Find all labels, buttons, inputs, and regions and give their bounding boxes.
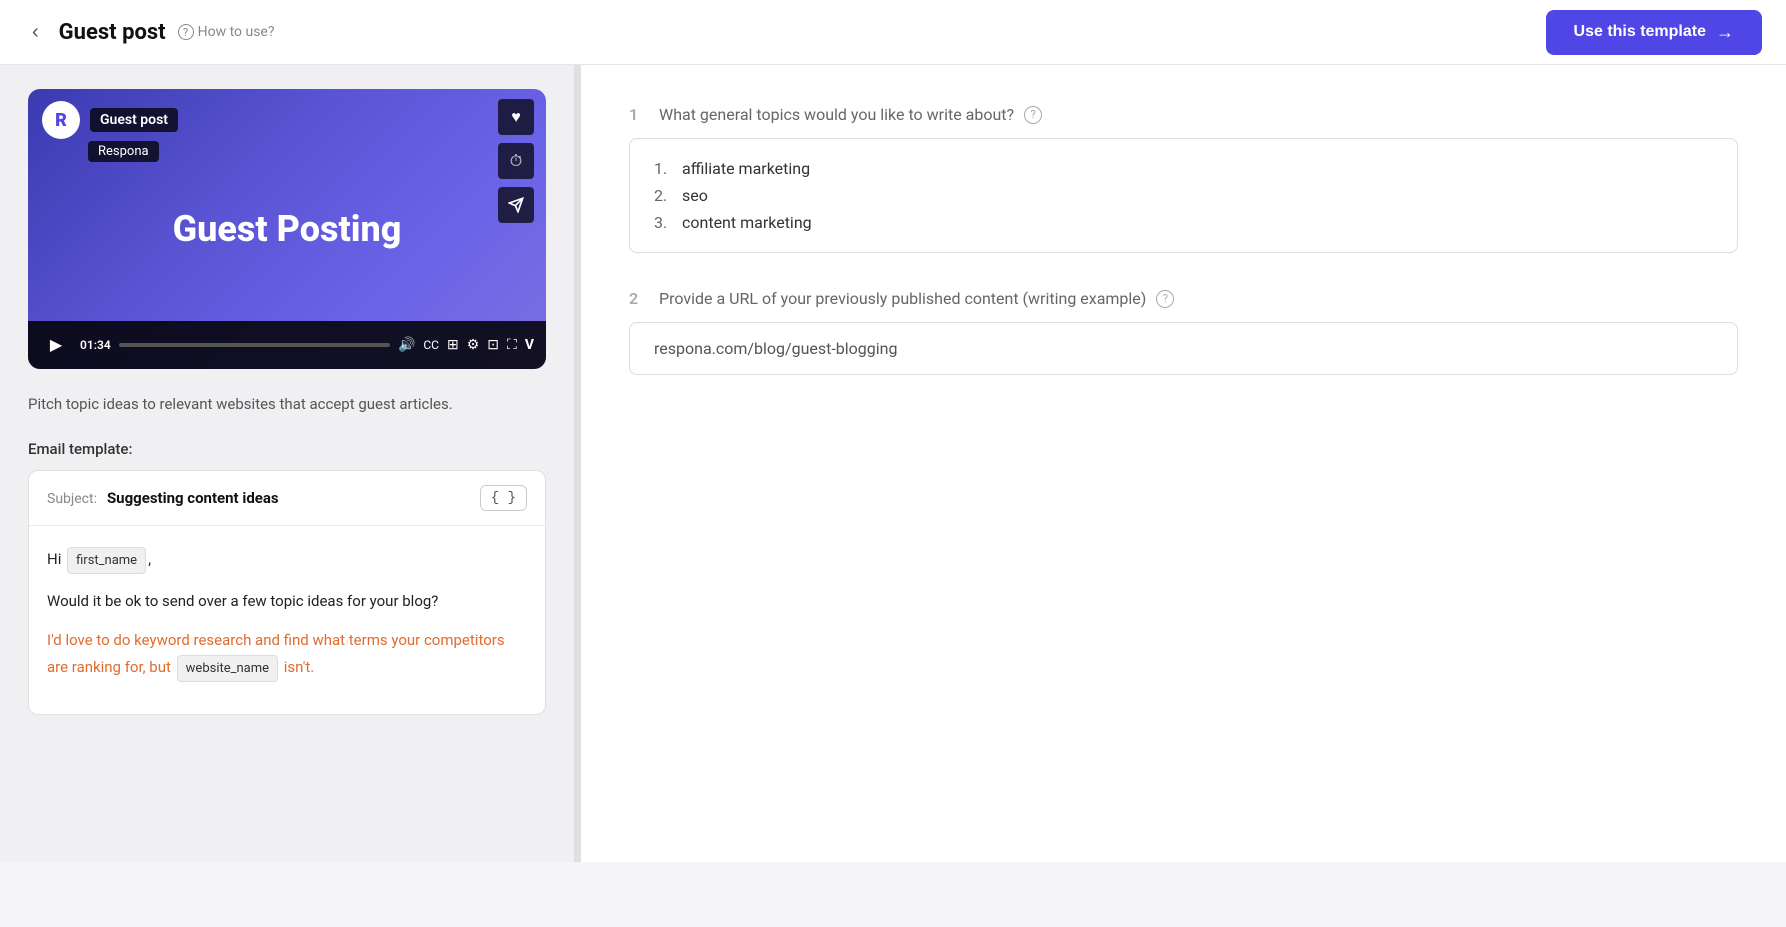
answer-item-1: 1. affiliate marketing: [654, 159, 1713, 178]
email-paragraph-1: Would it be ok to send over a few topic …: [47, 588, 527, 615]
question-2-section: 2 Provide a URL of your previously publi…: [629, 289, 1738, 375]
help-icon: ?: [178, 24, 194, 40]
video-logo: R: [42, 101, 80, 139]
header-left: ‹ Guest post ? How to use?: [24, 17, 274, 48]
question-2-header: 2 Provide a URL of your previously publi…: [629, 289, 1738, 308]
back-button[interactable]: ‹: [24, 17, 47, 48]
how-to-use-link[interactable]: ? How to use?: [178, 24, 275, 40]
arrow-icon: →: [1716, 22, 1734, 43]
left-panel: R Guest post Respona ♥ ⏱ Guest Posting ▶…: [0, 65, 575, 862]
use-template-button[interactable]: Use this template →: [1546, 10, 1762, 55]
question-1-number: 1: [629, 105, 649, 124]
question-2-help-icon[interactable]: ?: [1156, 290, 1174, 308]
send-icon[interactable]: [498, 187, 534, 223]
how-to-use-label: How to use?: [198, 24, 275, 40]
video-controls: ▶ 01:34 🔊 CC ⊞ ⚙ ⊡ ⛶ V: [28, 321, 546, 369]
email-subject-row: Subject: Suggesting content ideas { }: [29, 471, 545, 526]
question-2-url-input[interactable]: respona.com/blog/guest-blogging: [629, 322, 1738, 375]
subject-value: Suggesting content ideas: [107, 489, 279, 507]
transcript-icon[interactable]: ⊞: [447, 337, 459, 353]
volume-icon[interactable]: 🔊: [398, 337, 415, 353]
fullscreen-icon[interactable]: ⛶: [507, 337, 517, 353]
answer-num-1: 1.: [654, 159, 674, 178]
answer-num-2: 2.: [654, 186, 674, 205]
first-name-tag[interactable]: first_name: [67, 547, 146, 574]
question-1-help-icon[interactable]: ?: [1024, 106, 1042, 124]
video-main-title: Guest Posting: [173, 208, 402, 250]
page-title: Guest post: [59, 20, 166, 45]
answer-text-2: seo: [682, 186, 708, 205]
pip-icon[interactable]: ⊡: [487, 337, 499, 353]
answer-text-1: affiliate marketing: [682, 159, 810, 178]
email-paragraph-2: I'd love to do keyword research and find…: [47, 627, 527, 682]
use-template-label: Use this template: [1574, 23, 1706, 41]
email-greeting: Hi first_name,: [47, 546, 527, 574]
template-description: Pitch topic ideas to relevant websites t…: [28, 393, 546, 416]
question-1-answer-box: 1. affiliate marketing 2. seo 3. content…: [629, 138, 1738, 253]
website-name-tag[interactable]: website_name: [177, 655, 278, 682]
video-thumbnail: R Guest post Respona ♥ ⏱ Guest Posting ▶…: [28, 89, 546, 369]
progress-bar[interactable]: [119, 343, 390, 347]
variables-button[interactable]: { }: [480, 485, 527, 511]
answer-item-2: 2. seo: [654, 186, 1713, 205]
question-2-text: Provide a URL of your previously publish…: [659, 289, 1146, 308]
greeting-comma: ,: [148, 550, 151, 568]
email-subject-content: Subject: Suggesting content ideas: [47, 488, 279, 507]
video-top-bar: R Guest post: [28, 89, 546, 151]
answer-text-3: content marketing: [682, 213, 812, 232]
video-title-badge: Guest post: [90, 108, 178, 132]
question-2-number: 2: [629, 289, 649, 308]
answer-item-3: 3. content marketing: [654, 213, 1713, 232]
right-panel: 1 What general topics would you like to …: [581, 65, 1786, 862]
subject-label: Subject:: [47, 491, 97, 507]
main-layout: R Guest post Respona ♥ ⏱ Guest Posting ▶…: [0, 65, 1786, 862]
question-1-text: What general topics would you like to wr…: [659, 105, 1014, 124]
header: ‹ Guest post ? How to use? Use this temp…: [0, 0, 1786, 65]
email-label: Email template:: [28, 440, 546, 458]
answer-num-3: 3.: [654, 213, 674, 232]
greeting-hi: Hi: [47, 550, 61, 568]
play-button[interactable]: ▶: [40, 329, 72, 361]
cc-icon[interactable]: CC: [423, 338, 439, 352]
question-1-section: 1 What general topics would you like to …: [629, 105, 1738, 253]
control-icons: 🔊 CC ⊞ ⚙ ⊡ ⛶ V: [398, 337, 534, 353]
email-box: Subject: Suggesting content ideas { } Hi…: [28, 470, 546, 716]
video-time: 01:34: [80, 338, 111, 352]
question-1-header: 1 What general topics would you like to …: [629, 105, 1738, 124]
email-body: Hi first_name, Would it be ok to send ov…: [29, 526, 545, 715]
vimeo-icon[interactable]: V: [525, 337, 534, 353]
paragraph2-after: isn't.: [284, 658, 314, 676]
settings-icon[interactable]: ⚙: [467, 337, 480, 353]
